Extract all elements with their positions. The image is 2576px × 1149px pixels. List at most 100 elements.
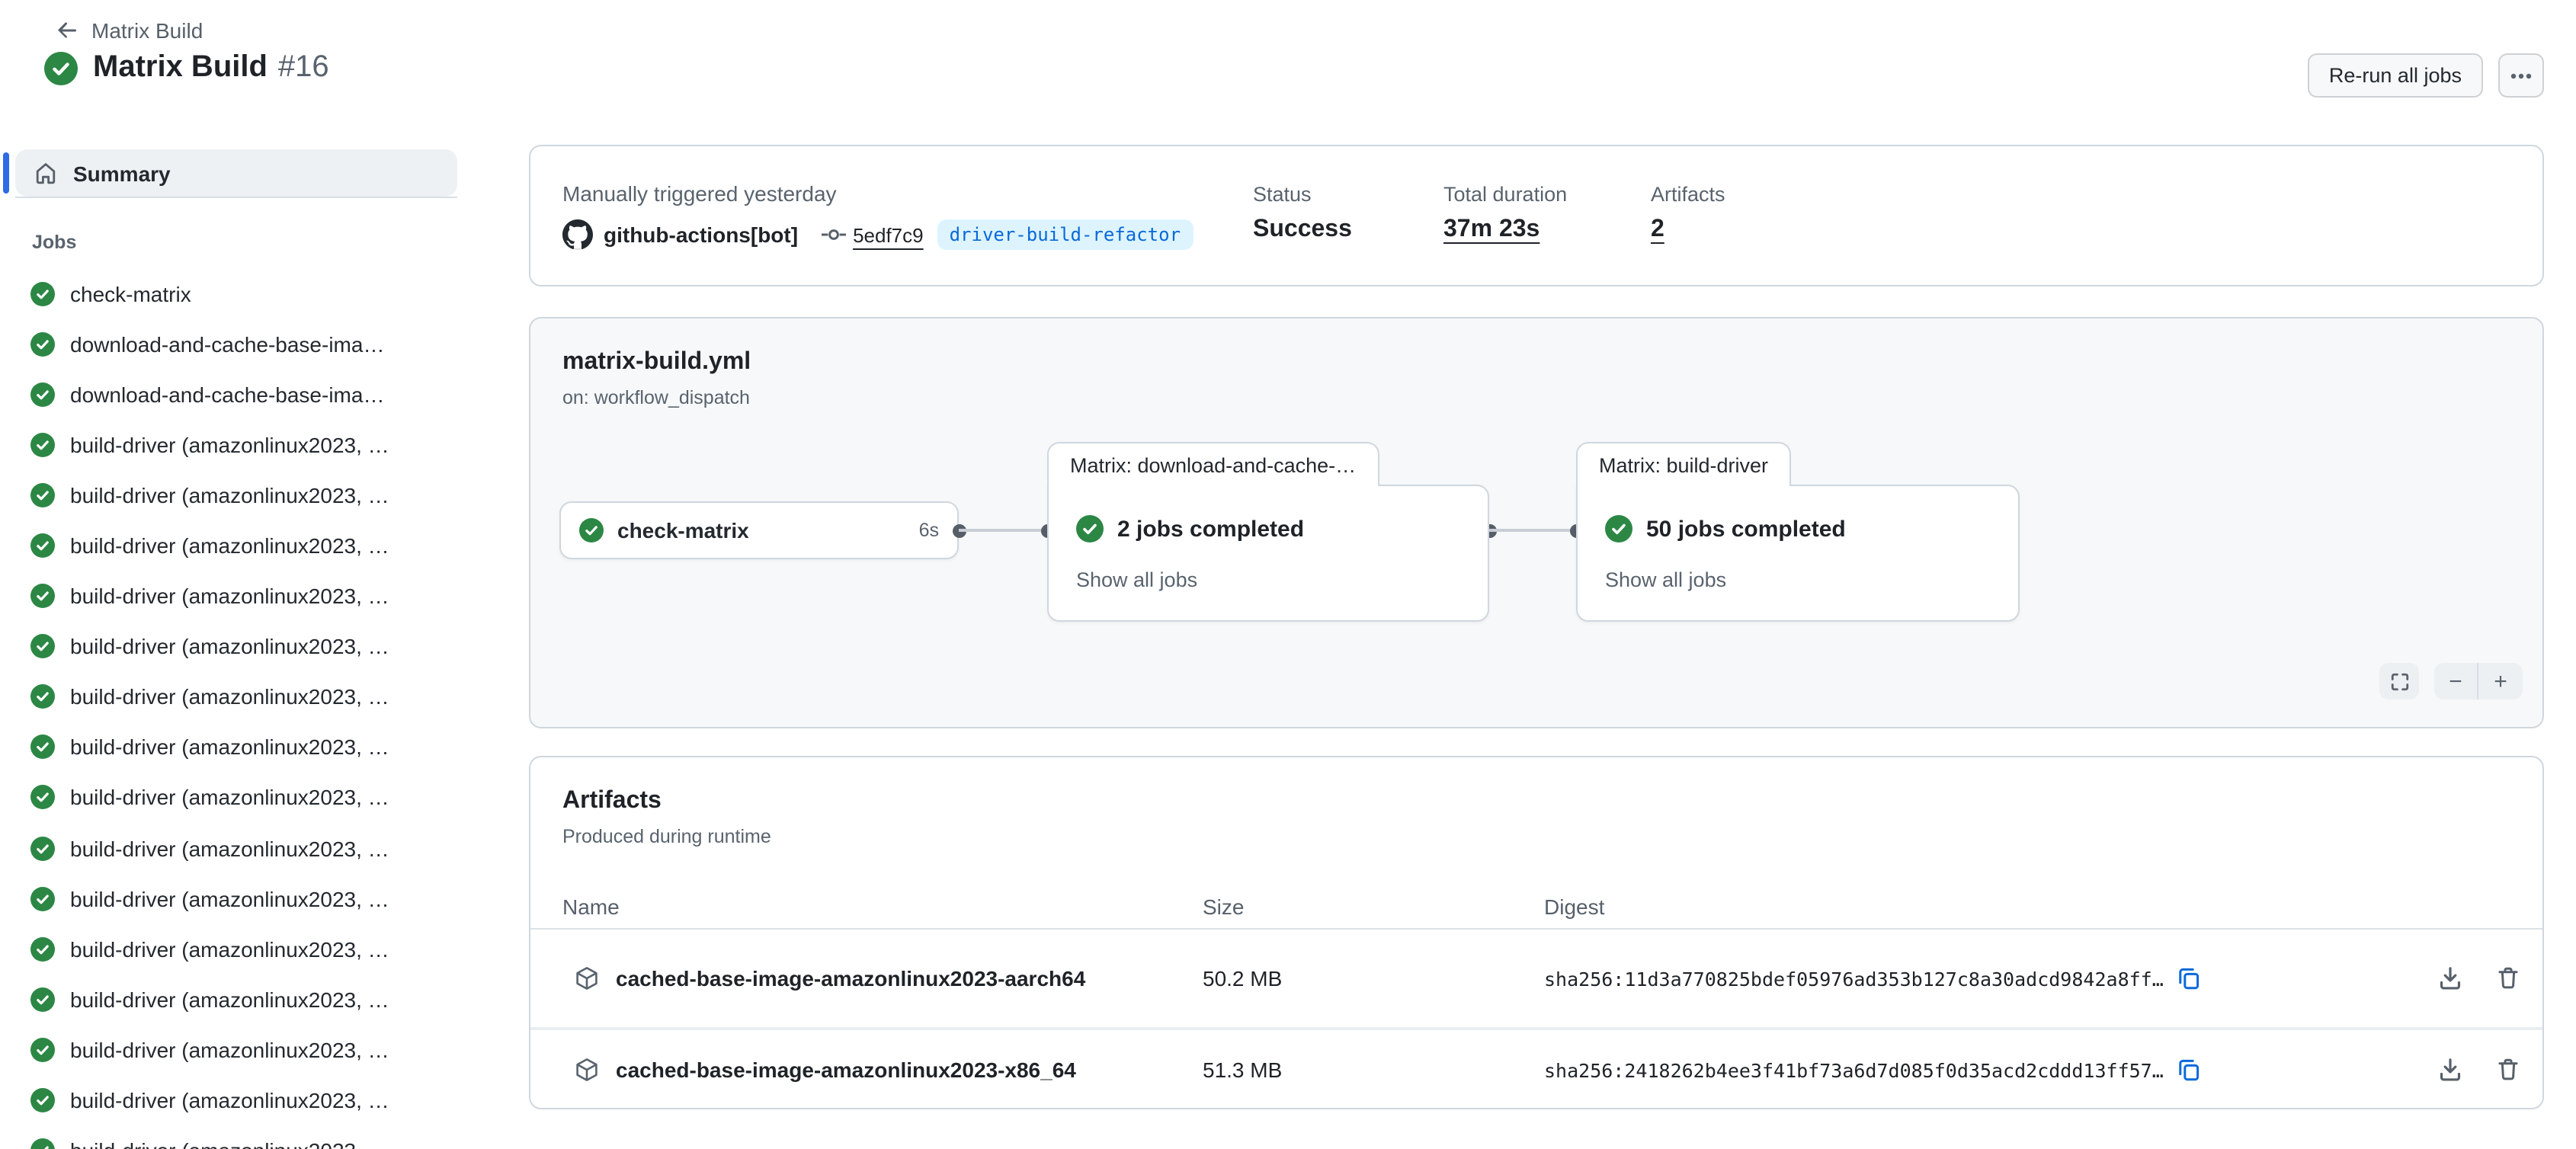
- sidebar-job-item[interactable]: check-matrix: [0, 268, 488, 318]
- artifact-row: cached-base-image-amazonlinux2023-aarch6…: [530, 930, 2542, 1027]
- success-check-icon: [30, 735, 55, 760]
- trigger-text: Manually triggered yesterday: [562, 181, 837, 206]
- sidebar-job-item[interactable]: build-driver (amazonlinux2023, …: [0, 621, 488, 671]
- duration-value[interactable]: 37m 23s: [1443, 216, 1567, 244]
- artifacts-card: Artifacts Produced during runtime Name S…: [529, 756, 2544, 1109]
- artifact-digest-cell: sha256:2418262b4ee3f41bf73a6d7d085f0d35a…: [1544, 1058, 2202, 1082]
- sidebar-job-item[interactable]: build-driver (amazonlinux2023, …: [0, 672, 488, 722]
- trash-icon[interactable]: [2495, 965, 2521, 991]
- workflow-file-name: matrix-build.yml: [562, 349, 751, 376]
- group-status-text: 2 jobs completed: [1117, 516, 1304, 542]
- sidebar-job-item[interactable]: build-driver (amazonlinux2023, …: [0, 1075, 488, 1125]
- jobs-list: check-matrix download-and-cache-base-ima…: [0, 268, 488, 1149]
- run-title-row: Matrix Build#16: [44, 50, 329, 85]
- kebab-icon: [2509, 63, 2533, 88]
- status-value: Success: [1253, 216, 1352, 244]
- success-check-icon: [30, 1088, 55, 1112]
- job-node-check-matrix[interactable]: check-matrix 6s: [559, 501, 959, 559]
- zoom-control-group: − +: [2434, 663, 2523, 699]
- sidebar-job-item[interactable]: build-driver (amazonlinux2023, …: [0, 823, 488, 873]
- show-all-jobs-link[interactable]: Show all jobs: [1605, 568, 1726, 591]
- fullscreen-button[interactable]: [2379, 663, 2419, 699]
- connector-line: [959, 529, 1047, 532]
- success-check-icon: [30, 685, 55, 709]
- sidebar-job-item[interactable]: build-driver (amazonlinux2023, …: [0, 571, 488, 621]
- success-check-icon: [30, 634, 55, 658]
- actor-name[interactable]: github-actions[bot]: [604, 222, 798, 247]
- matrix-group-body[interactable]: 2 jobs completed Show all jobs: [1047, 485, 1489, 622]
- download-icon[interactable]: [2437, 1057, 2463, 1083]
- matrix-group-body[interactable]: 50 jobs completed Show all jobs: [1576, 485, 2020, 622]
- trash-icon[interactable]: [2495, 1057, 2521, 1083]
- show-all-jobs-link[interactable]: Show all jobs: [1076, 568, 1197, 591]
- sidebar-job-item[interactable]: download-and-cache-base-ima…: [0, 318, 488, 369]
- sidebar-job-item[interactable]: build-driver (amazonlinux2023, …: [0, 773, 488, 823]
- artifact-actions: [2437, 1057, 2521, 1083]
- column-header-digest: Digest: [1544, 895, 1604, 919]
- artifact-name-cell: cached-base-image-amazonlinux2023-aarch6…: [575, 966, 1085, 991]
- zoom-in-button[interactable]: +: [2478, 663, 2523, 699]
- branch-badge[interactable]: driver-build-refactor: [937, 219, 1193, 250]
- status-label: Status: [1253, 183, 1352, 206]
- sidebar-item-summary[interactable]: Summary: [15, 149, 457, 197]
- artifact-size: 51.3 MB: [1203, 1058, 1282, 1082]
- run-number: #16: [278, 50, 329, 85]
- connector-line: [1489, 529, 1576, 532]
- job-label: build-driver (amazonlinux2023, …: [70, 433, 389, 457]
- job-label: build-driver (amazonlinux2023, …: [70, 735, 389, 760]
- success-check-icon: [30, 382, 55, 406]
- commit-sha-link[interactable]: 5edf7c9: [853, 223, 924, 246]
- job-label: build-driver (amazonlinux2023, …: [70, 1088, 389, 1112]
- job-label: download-and-cache-base-ima…: [70, 331, 384, 356]
- avatar[interactable]: [562, 219, 593, 250]
- copy-icon[interactable]: [2177, 1058, 2202, 1082]
- job-label: build-driver (amazonlinux2023, …: [70, 634, 389, 658]
- success-check-icon: [30, 836, 55, 860]
- jobs-section-label: Jobs: [32, 232, 76, 253]
- fullscreen-icon: [2388, 670, 2411, 693]
- more-options-button[interactable]: [2498, 53, 2544, 98]
- group-status-row: 2 jobs completed: [1076, 515, 1304, 542]
- job-label: build-driver (amazonlinux2023, …: [70, 987, 389, 1012]
- sidebar-job-item[interactable]: build-driver (amazonlinux2023: [0, 1125, 488, 1149]
- sidebar-job-item[interactable]: build-driver (amazonlinux2023, …: [0, 470, 488, 520]
- success-check-icon: [44, 51, 78, 85]
- job-label: build-driver (amazonlinux2023: [70, 1138, 356, 1149]
- success-check-icon: [30, 1138, 55, 1149]
- sidebar-job-item[interactable]: build-driver (amazonlinux2023, …: [0, 873, 488, 923]
- matrix-group-tab: Matrix: build-driver: [1576, 442, 1791, 486]
- sidebar-job-item[interactable]: build-driver (amazonlinux2023, …: [0, 722, 488, 773]
- download-icon[interactable]: [2437, 965, 2463, 991]
- group-status-text: 50 jobs completed: [1646, 516, 1846, 542]
- workflow-run-page: Matrix Build Matrix Build#16 Re-run all …: [0, 0, 2576, 1149]
- sidebar-job-item[interactable]: build-driver (amazonlinux2023, …: [0, 520, 488, 571]
- artifacts-count[interactable]: 2: [1651, 216, 1725, 244]
- sidebar-job-item[interactable]: build-driver (amazonlinux2023, …: [0, 1025, 488, 1075]
- copy-icon[interactable]: [2177, 966, 2202, 991]
- git-commit-icon: [821, 222, 845, 247]
- sidebar-job-item[interactable]: build-driver (amazonlinux2023, …: [0, 923, 488, 974]
- artifact-actions: [2437, 965, 2521, 991]
- page-title: Matrix Build#16: [93, 50, 329, 85]
- actor-row: github-actions[bot] 5edf7c9 driver-build…: [562, 218, 1193, 251]
- status-stat: Status Success: [1253, 183, 1352, 244]
- zoom-out-button[interactable]: −: [2434, 663, 2478, 699]
- breadcrumb[interactable]: Matrix Build: [55, 18, 203, 43]
- sidebar-job-item[interactable]: build-driver (amazonlinux2023, …: [0, 975, 488, 1025]
- sidebar-job-item[interactable]: download-and-cache-base-ima…: [0, 369, 488, 419]
- sidebar-job-item[interactable]: build-driver (amazonlinux2023, …: [0, 420, 488, 470]
- success-check-icon: [30, 1038, 55, 1062]
- job-label: build-driver (amazonlinux2023, …: [70, 886, 389, 911]
- job-label: build-driver (amazonlinux2023, …: [70, 533, 389, 558]
- summary-label: Summary: [73, 161, 171, 185]
- job-label: build-driver (amazonlinux2023, …: [70, 786, 389, 810]
- success-check-icon: [30, 483, 55, 507]
- job-label: check-matrix: [70, 281, 191, 306]
- success-check-icon: [30, 433, 55, 457]
- artifact-digest-cell: sha256:11d3a770825bdef05976ad353b127c8a3…: [1544, 966, 2202, 991]
- breadcrumb-label: Matrix Build: [91, 18, 203, 43]
- rerun-all-jobs-button[interactable]: Re-run all jobs: [2308, 53, 2483, 98]
- artifacts-label: Artifacts: [1651, 183, 1725, 206]
- home-icon: [34, 161, 58, 185]
- package-icon: [575, 966, 599, 991]
